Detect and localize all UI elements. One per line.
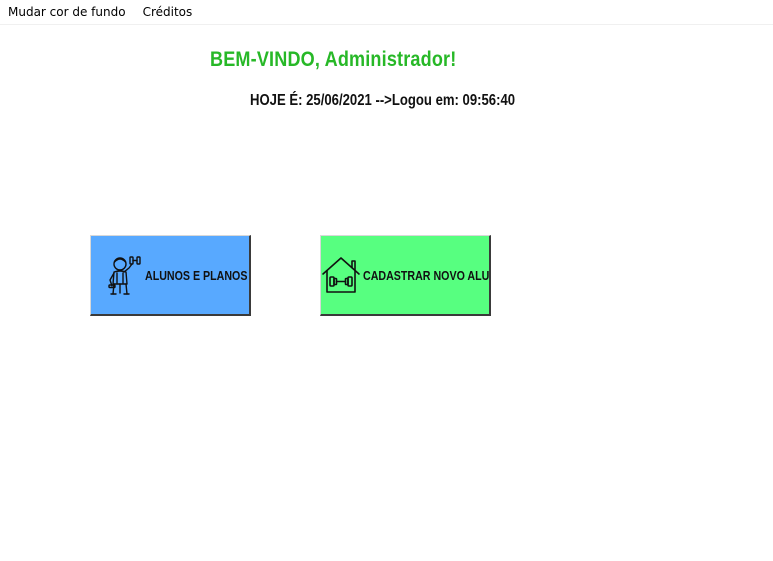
welcome-title: BEM-VINDO, Administrador! (210, 48, 457, 71)
menu-item-creditos[interactable]: Créditos (137, 0, 199, 25)
menu-item-mudar-cor-de-fundo[interactable]: Mudar cor de fundo (2, 0, 132, 25)
date-login-info: HOJE É: 25/06/2021 -->Logou em: 09:56:40 (250, 92, 516, 109)
alunos-e-planos-label: ALUNOS E PLANOS (145, 267, 248, 283)
menu-bar: Mudar cor de fundo Créditos (0, 0, 773, 25)
cadastrar-novo-aluno-button[interactable]: CADASTRAR NOVO ALUNO (320, 235, 491, 316)
person-with-dumbbell-icon (105, 253, 145, 297)
alunos-e-planos-button[interactable]: ALUNOS E PLANOS (90, 235, 251, 316)
cadastrar-novo-aluno-label: CADASTRAR NOVO ALUNO (363, 267, 490, 283)
gym-house-icon (321, 254, 361, 296)
